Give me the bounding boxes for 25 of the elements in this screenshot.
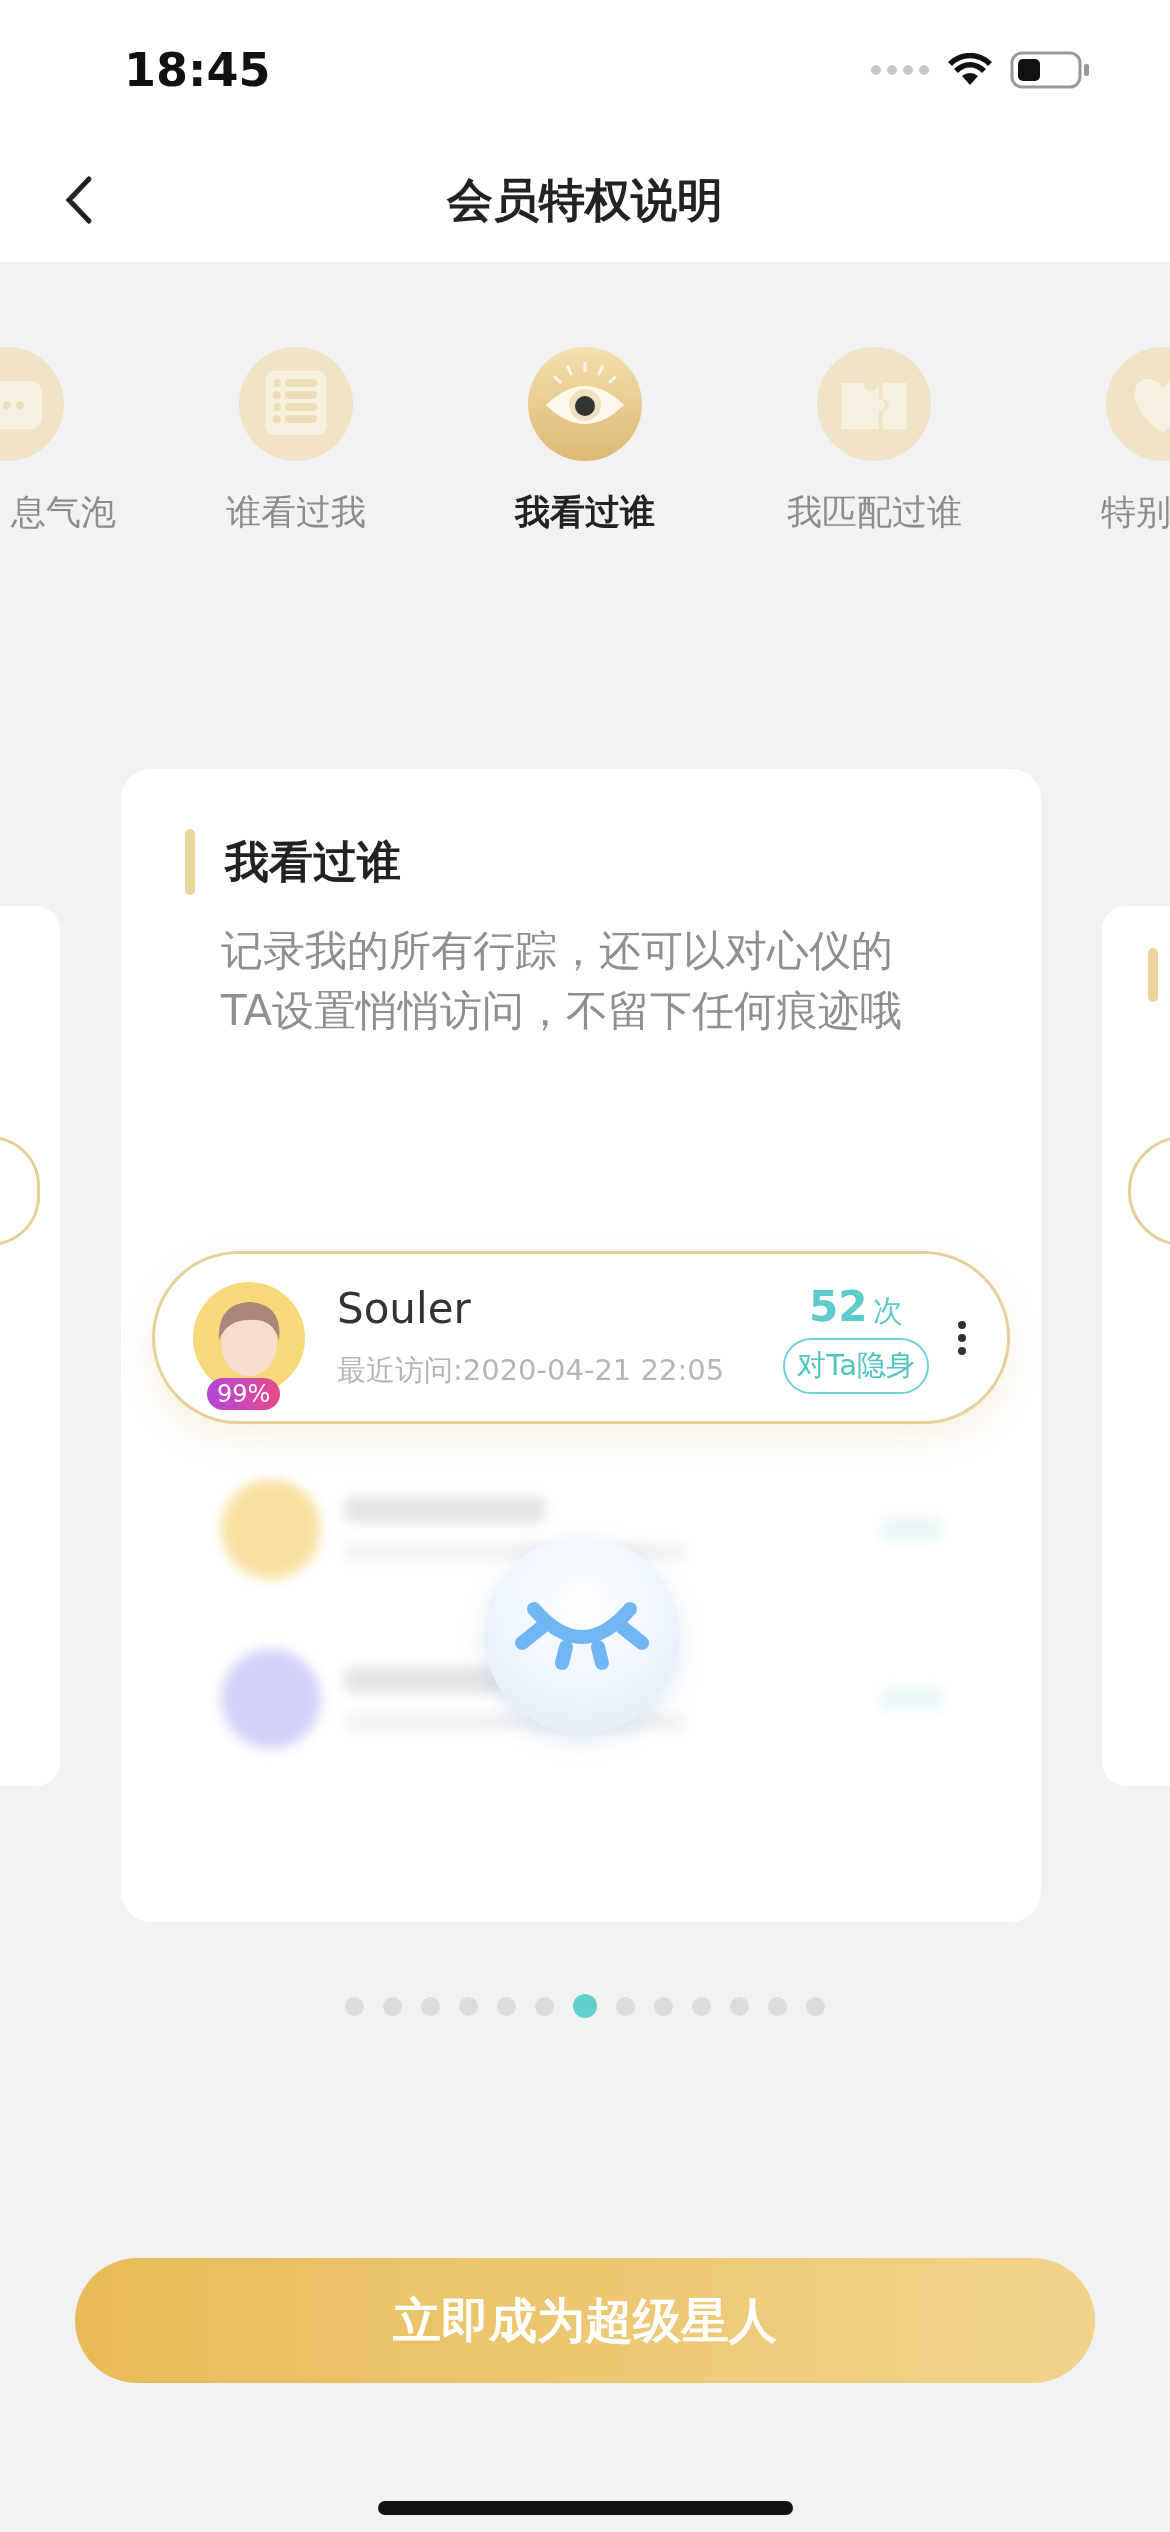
status-time: 18:45 [124, 43, 271, 97]
privilege-tab[interactable]: 谁看过我 [226, 489, 366, 536]
battery-icon [1010, 51, 1090, 89]
list-icon [239, 347, 353, 461]
privilege-tab[interactable]: 我看过谁 [515, 489, 655, 536]
signal-icon [870, 64, 930, 76]
wifi-icon [948, 53, 992, 87]
more-icon[interactable] [957, 1319, 967, 1356]
puzzle-icon [817, 347, 931, 461]
visit-time: 最近访问:2020-04-21 22:05 [337, 1352, 726, 1389]
card-description: 记录我的所有行踪，还可以对心仪的TA设置悄悄访问，不留下任何痕迹哦 [221, 925, 904, 1037]
privilege-tab[interactable]: 我匹配过谁 [786, 489, 962, 536]
visitor-name: Souler [337, 1284, 472, 1333]
page-title: 会员特权说明 [447, 172, 723, 229]
privilege-tab[interactable]: 息气泡 [10, 489, 152, 536]
accent-bar [185, 829, 195, 895]
match-badge: 99% [207, 1377, 281, 1410]
card-title: 我看过谁 [225, 834, 401, 889]
hide-button[interactable]: 对Ta隐身 [783, 1337, 929, 1394]
back-icon [63, 175, 93, 225]
visit-count: 52 [808, 1281, 868, 1331]
eye-icon [528, 347, 642, 461]
privilege-tab[interactable]: 特别 [1018, 489, 1170, 536]
become-member-button[interactable]: 立即成为超级星人 [75, 2258, 1095, 2383]
count-unit: 次 [873, 1291, 904, 1330]
